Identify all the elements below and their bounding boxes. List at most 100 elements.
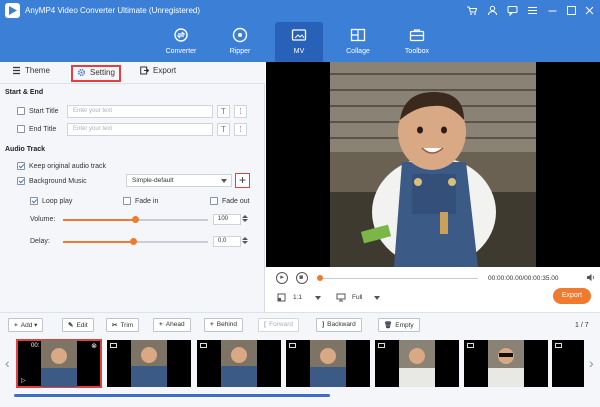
plus-icon: + — [14, 322, 18, 329]
title-bar: AnyMP4 Video Converter Ultimate (Unregis… — [0, 0, 600, 22]
image-icon — [110, 343, 117, 348]
timecode: 00:00:00.00/00:00:35.00 — [488, 275, 559, 282]
clip-thumbnail[interactable] — [286, 340, 370, 387]
add-button[interactable]: + Add ▾ — [8, 318, 44, 332]
forward-button[interactable]: [Forward — [258, 318, 300, 332]
fade-out-checkbox[interactable] — [210, 197, 218, 205]
clip-thumbnail[interactable] — [197, 340, 281, 387]
start-title-checkbox[interactable] — [17, 107, 25, 115]
nav-mv-label: MV — [293, 48, 305, 55]
player-controls: 00:00:00.00/00:00:35.00 1:1 Full Export — [266, 267, 600, 312]
tab-export[interactable]: Export — [140, 66, 176, 81]
chevron-down-icon — [221, 179, 227, 183]
export-button[interactable]: Export — [553, 288, 591, 304]
fade-in-checkbox[interactable] — [123, 197, 131, 205]
nav-converter-label: Converter — [165, 48, 197, 55]
keep-original-audio-checkbox[interactable] — [17, 162, 25, 170]
close-icon[interactable] — [584, 5, 595, 16]
delay-slider-fill — [63, 241, 133, 243]
collage-icon — [350, 28, 366, 42]
clip-image — [310, 340, 346, 387]
background-music-checkbox[interactable] — [17, 177, 25, 185]
filmstrip-scrollbar[interactable] — [14, 394, 330, 397]
trim-button[interactable]: ✂ Trim — [106, 318, 140, 332]
display-mode-dropdown-icon[interactable] — [374, 296, 380, 300]
nav-mv[interactable]: MV — [275, 22, 323, 62]
clip-image — [131, 340, 167, 387]
preview-image — [330, 62, 536, 267]
add-music-button[interactable]: + — [235, 173, 250, 188]
clip-play-icon[interactable]: ▷ — [21, 377, 26, 384]
tab-theme[interactable]: Theme — [12, 66, 50, 81]
volume-input[interactable]: 100 — [213, 214, 241, 225]
behind-button[interactable]: + Behind — [204, 318, 244, 332]
start-title-input[interactable]: Enter your text — [67, 105, 213, 118]
backward-button[interactable]: ] Backward — [316, 318, 362, 332]
scroll-left-icon[interactable]: ‹ — [5, 355, 10, 371]
nav-collage[interactable]: Collage — [334, 22, 382, 62]
start-title-style-button[interactable]: ⁞ — [234, 105, 247, 118]
clip-thumbnail[interactable] — [107, 340, 191, 387]
nav-toolbox[interactable]: Toolbox — [393, 22, 441, 62]
nav-ripper[interactable]: Ripper — [216, 22, 264, 62]
play-button[interactable] — [276, 272, 288, 284]
clip-image — [221, 340, 257, 387]
aspect-ratio-dropdown-icon[interactable] — [315, 296, 321, 300]
end-title-style-button[interactable]: ⁞ — [234, 123, 247, 136]
maximize-icon[interactable] — [566, 5, 577, 16]
music-select-value: Simple-default — [132, 177, 174, 184]
clip-image — [488, 340, 524, 387]
volume-icon[interactable] — [586, 273, 595, 282]
delay-slider-handle[interactable] — [130, 238, 137, 245]
app-title: AnyMP4 Video Converter Ultimate (Unregis… — [25, 6, 201, 15]
end-title-label: End Title — [29, 126, 57, 133]
minimize-icon[interactable] — [547, 5, 558, 16]
music-select[interactable]: Simple-default — [126, 174, 232, 187]
stop-button[interactable] — [296, 272, 308, 284]
clip-thumbnail[interactable] — [375, 340, 459, 387]
end-title-checkbox[interactable] — [17, 125, 25, 133]
end-title-text-button[interactable]: T — [217, 123, 230, 136]
delay-input[interactable]: 0.0 — [213, 236, 241, 247]
volume-slider-handle[interactable] — [132, 216, 139, 223]
volume-slider[interactable] — [63, 216, 208, 223]
display-mode-value[interactable]: Full — [352, 294, 362, 301]
delay-stepper[interactable] — [241, 236, 248, 247]
nav-toolbox-label: Toolbox — [404, 48, 430, 55]
monitor-icon — [336, 293, 346, 302]
ahead-label: Ahead — [165, 321, 185, 328]
start-title-text-button[interactable]: T — [217, 105, 230, 118]
image-icon — [555, 343, 562, 348]
chat-icon[interactable] — [507, 5, 518, 16]
empty-button[interactable]: 🗑 Empty — [378, 318, 420, 332]
user-icon[interactable] — [487, 5, 498, 16]
clip-image — [41, 340, 77, 387]
clip-thumbnail[interactable]: 00: ⊗ ▷ — [16, 339, 102, 388]
cart-icon[interactable] — [466, 5, 477, 16]
tab-setting[interactable]: Setting — [71, 65, 121, 82]
timeline-handle[interactable] — [317, 275, 323, 281]
forward-label: Forward — [269, 321, 294, 328]
loop-play-checkbox[interactable] — [30, 197, 38, 205]
aspect-ratio-value[interactable]: 1:1 — [293, 294, 302, 301]
end-title-input[interactable]: Enter your text — [67, 123, 213, 136]
fade-in-label: Fade in — [135, 198, 159, 205]
clip-thumbnail[interactable] — [552, 340, 584, 387]
clip-remove-icon[interactable]: ⊗ — [91, 342, 97, 350]
edit-button[interactable]: ✎ Edit — [62, 318, 94, 332]
export-icon — [140, 66, 150, 75]
start-title-label: Start Title — [29, 108, 59, 115]
backward-label: Backward — [327, 321, 356, 328]
ahead-button[interactable]: + Ahead — [153, 318, 191, 332]
clip-thumbnail[interactable] — [464, 340, 548, 387]
toolbox-icon — [409, 29, 425, 42]
scroll-right-icon[interactable]: › — [589, 355, 594, 371]
menu-icon[interactable] — [527, 5, 538, 16]
nav-converter[interactable]: Converter — [157, 22, 205, 62]
volume-stepper[interactable] — [241, 214, 248, 225]
add-label: Add — [20, 322, 33, 329]
tab-theme-label: Theme — [25, 66, 50, 75]
mv-icon — [291, 29, 307, 41]
timeline-progress[interactable] — [317, 275, 478, 281]
delay-slider[interactable] — [63, 238, 208, 245]
